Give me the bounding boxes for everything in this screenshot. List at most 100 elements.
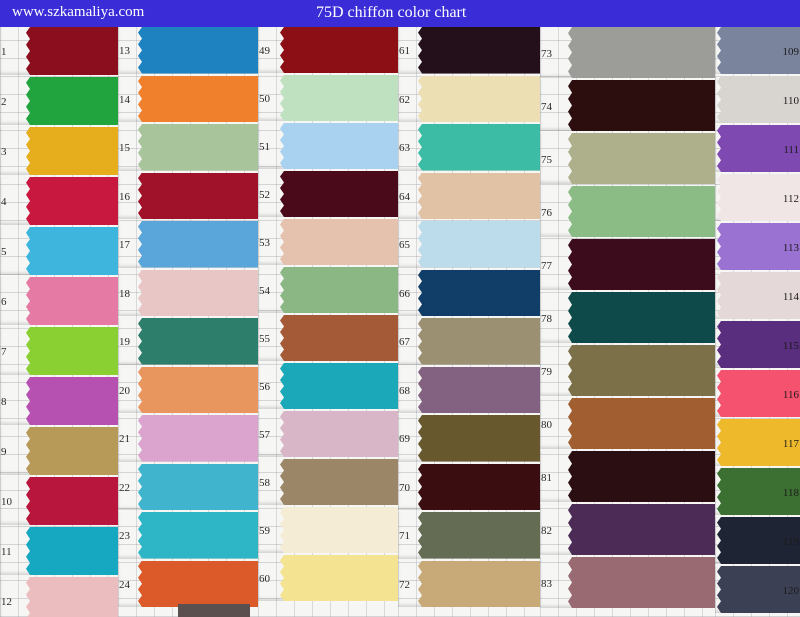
swatch-number: 109 (782, 46, 800, 58)
chart-title: 75D chiffon color chart (316, 4, 467, 21)
color-swatch: 76 (540, 186, 715, 237)
color-swatch: 67 (398, 318, 540, 365)
swatch-number: 6 (1, 296, 7, 308)
color-swatch: 59 (258, 507, 398, 553)
color-swatch: 68 (398, 366, 540, 413)
swatch-number: 60 (259, 573, 270, 585)
swatch-strip: 49 50 51 52 53 54 55 56 57 58 59 60 (258, 27, 398, 617)
swatch-fabric (26, 177, 118, 225)
swatch-fabric (26, 227, 118, 275)
swatch-fabric (26, 277, 118, 325)
color-swatch: 24 (118, 560, 258, 607)
color-swatch: 70 (398, 463, 540, 510)
swatch-fabric (568, 133, 715, 184)
swatch-strip: 13 14 15 16 17 18 19 20 21 22 23 24 (118, 27, 258, 617)
swatch-fabric (138, 415, 258, 462)
swatch-number: 113 (782, 242, 799, 254)
color-swatch: 64 (398, 172, 540, 219)
header-bar: www.szkamaliya.com 75D chiffon color cha… (0, 0, 800, 27)
swatch-number: 52 (259, 189, 270, 201)
color-swatch: 11 (0, 527, 118, 575)
swatch-number: 3 (1, 146, 7, 158)
swatch-number: 19 (119, 336, 130, 348)
swatch-fabric (280, 411, 398, 457)
swatch-number: 112 (782, 193, 799, 205)
swatch-fabric (418, 512, 540, 559)
color-swatch: 8 (0, 377, 118, 425)
swatch-number: 8 (1, 396, 7, 408)
swatch-number: 49 (259, 45, 270, 57)
color-swatch: 80 (540, 398, 715, 449)
swatch-fabric (280, 459, 398, 505)
swatch-fabric (568, 80, 715, 131)
swatch-fabric (568, 504, 715, 555)
color-swatch: 83 (540, 557, 715, 608)
swatch-fabric (418, 318, 540, 365)
color-swatch: 72 (398, 560, 540, 607)
swatch-fabric (280, 219, 398, 265)
color-swatch: 58 (258, 459, 398, 505)
color-swatch: 77 (540, 239, 715, 290)
swatch-fabric (138, 221, 258, 268)
swatch-fabric (138, 560, 258, 607)
swatch-number: 76 (541, 207, 552, 219)
swatch-fabric (568, 451, 715, 502)
website-url: www.szkamaliya.com (12, 4, 145, 20)
swatch-number: 55 (259, 333, 270, 345)
color-swatch: 116 (715, 370, 800, 417)
color-swatch: 69 (398, 415, 540, 462)
color-swatch: 13 (118, 27, 258, 74)
color-swatch: 74 (540, 80, 715, 131)
color-swatch: 112 (715, 174, 800, 221)
color-swatch: 7 (0, 327, 118, 375)
swatch-fabric (418, 415, 540, 462)
swatch-number: 70 (399, 481, 410, 494)
color-swatch: 54 (258, 267, 398, 313)
color-swatch: 18 (118, 269, 258, 316)
dark-fabric-edge (178, 604, 250, 617)
swatch-number: 59 (259, 525, 270, 537)
swatch-fabric (280, 75, 398, 121)
swatch-number: 64 (399, 190, 410, 203)
swatch-number: 4 (1, 196, 7, 208)
swatch-number: 23 (119, 530, 130, 542)
swatch-number: 120 (782, 585, 800, 597)
swatch-number: 14 (119, 93, 130, 106)
swatch-number: 63 (399, 142, 410, 154)
swatch-fabric (26, 27, 118, 75)
swatch-fabric (418, 269, 540, 316)
color-swatch: 50 (258, 75, 398, 121)
color-swatch: 2 (0, 77, 118, 125)
swatch-number: 110 (782, 95, 799, 107)
swatch-number: 75 (541, 154, 552, 166)
swatch-fabric (138, 318, 258, 365)
swatch-number: 119 (782, 536, 799, 548)
swatch-fabric (418, 463, 540, 510)
swatch-number: 10 (1, 496, 12, 508)
swatch-number: 15 (119, 142, 130, 154)
swatch-number: 82 (541, 525, 552, 537)
color-swatch: 62 (398, 75, 540, 122)
color-swatch: 16 (118, 172, 258, 219)
swatch-number: 57 (259, 429, 270, 441)
color-swatch: 51 (258, 123, 398, 169)
swatch-fabric (418, 27, 540, 74)
swatch-fabric (568, 345, 715, 396)
swatch-number: 50 (259, 93, 270, 105)
swatch-number: 66 (399, 287, 410, 300)
color-swatch: 53 (258, 219, 398, 265)
swatch-strip: 1 2 3 4 5 6 7 8 9 10 11 12 (0, 27, 118, 617)
swatch-fabric (138, 124, 258, 171)
swatch-number: 7 (1, 346, 7, 358)
color-swatch: 73 (540, 27, 715, 78)
swatch-number: 114 (782, 291, 799, 303)
swatch-strip: 61 62 63 64 65 66 67 68 69 70 71 72 (398, 27, 540, 617)
swatch-fabric (418, 366, 540, 413)
swatch-number: 17 (119, 239, 130, 251)
swatch-fabric (26, 427, 118, 475)
swatch-number: 80 (541, 419, 552, 431)
color-swatch: 12 (0, 577, 118, 617)
swatch-fabric (280, 27, 398, 73)
swatch-fabric (138, 512, 258, 559)
color-swatch: 78 (540, 292, 715, 343)
